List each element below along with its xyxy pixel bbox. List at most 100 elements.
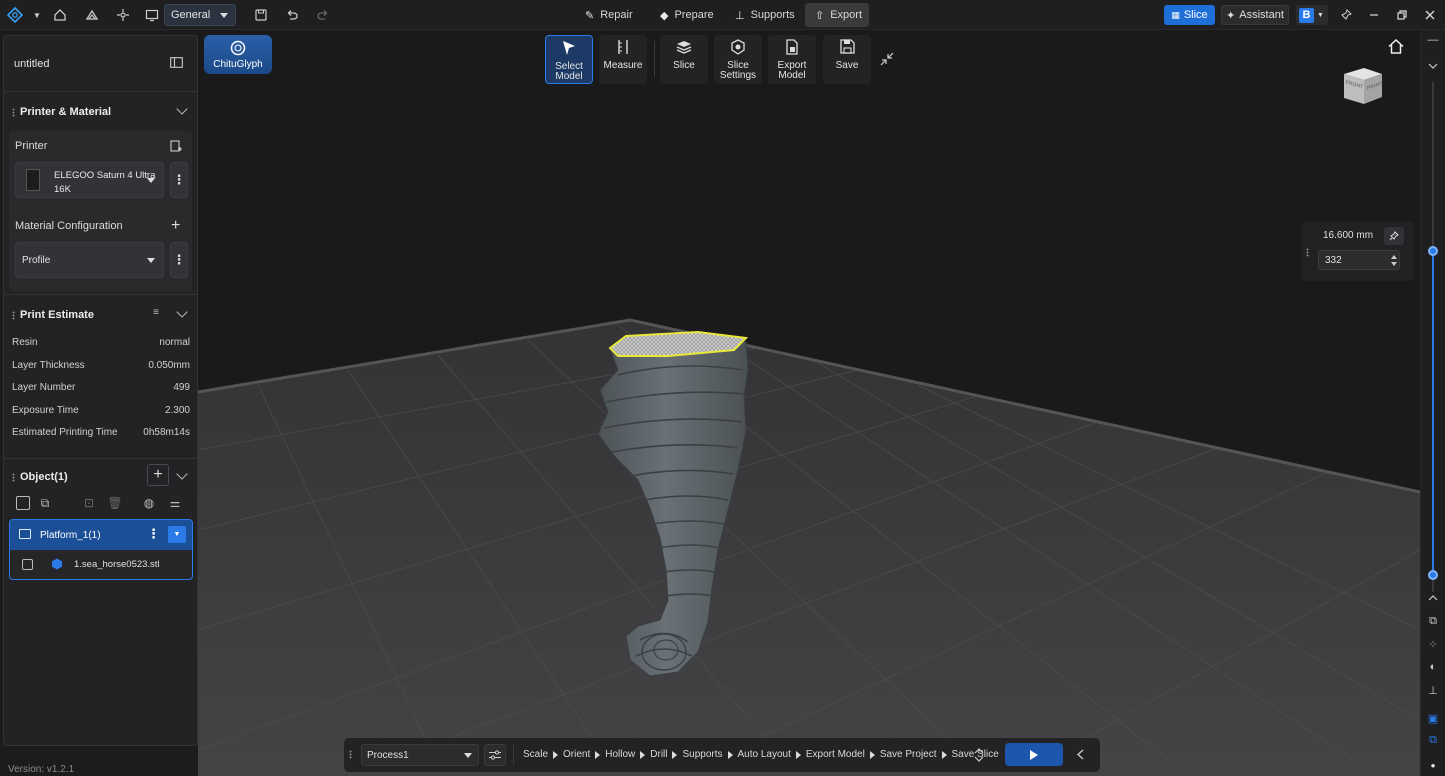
layer-slider-bottom-handle[interactable]: [1428, 570, 1438, 580]
step-auto-layout[interactable]: Auto Layout: [738, 749, 791, 760]
sparkle-icon: ✦: [1226, 9, 1236, 22]
step-hollow[interactable]: Hollow: [605, 749, 635, 760]
list-item[interactable]: 1.sea_horse0523.stl: [10, 550, 192, 579]
process-select[interactable]: Process1: [361, 744, 479, 766]
step-scale[interactable]: Scale: [523, 749, 548, 760]
step-export-model[interactable]: Export Model: [806, 749, 865, 760]
printer-more-button[interactable]: ⋮: [170, 162, 188, 198]
tab-repair[interactable]: ✎ Repair: [575, 3, 643, 27]
platform-more-button[interactable]: ⋮: [147, 526, 160, 542]
filter-icon[interactable]: ⚌: [168, 496, 182, 510]
duplicate-icon[interactable]: ⊡: [82, 496, 96, 510]
add-material-icon[interactable]: +: [171, 217, 180, 235]
perspective-view-icon[interactable]: ▣: [1425, 710, 1441, 726]
tool-select-model[interactable]: Select Model: [545, 35, 593, 84]
palette-icon[interactable]: ◍: [142, 496, 156, 510]
tool-label: Save: [835, 60, 859, 71]
tool-label: Model: [778, 70, 806, 81]
drag-handle-icon[interactable]: [12, 107, 15, 117]
account-button[interactable]: B ▼: [1296, 5, 1328, 25]
restore-icon[interactable]: [1392, 5, 1412, 25]
trash-icon[interactable]: 🗑: [107, 496, 122, 510]
tab-export[interactable]: ⇧ Export: [805, 3, 869, 27]
layered-view-icon[interactable]: ⧉: [1425, 732, 1441, 748]
home-icon[interactable]: [50, 5, 70, 25]
sphere-view-icon[interactable]: ◐: [1425, 659, 1441, 675]
drag-handle-icon[interactable]: [1306, 248, 1309, 257]
printer-name-line1: ELEGOO Saturn 4 Ultra: [54, 170, 156, 181]
tool-export-model[interactable]: Export Model: [768, 35, 816, 84]
support-view-icon[interactable]: ⊥: [1425, 682, 1441, 698]
section-objects[interactable]: Object(1): [12, 471, 68, 483]
chevron-left-icon[interactable]: [1077, 749, 1084, 763]
step-save-project[interactable]: Save Project: [880, 749, 937, 760]
chituglyph-button[interactable]: ChituGlyph: [204, 35, 272, 74]
redo-icon[interactable]: [313, 5, 333, 25]
drag-handle-icon[interactable]: [349, 750, 352, 759]
pin-layer-button[interactable]: [1384, 227, 1404, 245]
dot-icon[interactable]: ●: [1425, 757, 1441, 773]
profile-more-button[interactable]: ⋮: [170, 242, 188, 278]
drag-handle-icon[interactable]: [12, 310, 15, 320]
tool-save[interactable]: Save: [823, 35, 871, 84]
decrement-icon[interactable]: [1391, 262, 1397, 266]
section-print-estimate[interactable]: Print Estimate: [12, 309, 94, 321]
platform-icon: [19, 529, 31, 539]
profile-select[interactable]: Profile: [15, 242, 164, 278]
collapse-panel-icon[interactable]: [170, 57, 183, 71]
collapse-toolbar-icon[interactable]: [880, 52, 894, 69]
chevron-down-icon[interactable]: [176, 306, 188, 318]
tool-slice[interactable]: Slice: [660, 35, 708, 84]
minimize-icon[interactable]: [1364, 5, 1384, 25]
layer-number-input[interactable]: 332: [1318, 250, 1400, 270]
slice-button[interactable]: ▦ Slice: [1164, 5, 1215, 25]
platform-expand-button[interactable]: ▼: [168, 526, 186, 543]
arrow-right-icon: [941, 750, 947, 759]
chevron-down-icon[interactable]: ▼: [27, 5, 47, 25]
copy-view-icon[interactable]: ⧉: [1425, 613, 1441, 629]
list-icon[interactable]: ≡: [153, 307, 159, 318]
assistant-button[interactable]: ✦ Assistant: [1221, 5, 1289, 25]
run-workflow-button[interactable]: [1005, 743, 1063, 766]
scatter-view-icon[interactable]: ⁘: [1425, 636, 1441, 652]
app-logo-icon[interactable]: [5, 5, 25, 25]
increment-icon[interactable]: [1391, 255, 1397, 259]
tool-measure[interactable]: Measure: [599, 35, 647, 84]
chevron-down-icon[interactable]: [1425, 58, 1441, 74]
viewport-3d[interactable]: [198, 30, 1420, 776]
tab-prepare[interactable]: ◆ Prepare: [650, 3, 724, 27]
step-orient[interactable]: Orient: [563, 749, 590, 760]
view-cube[interactable]: FRONT RIGHT: [1340, 64, 1386, 106]
chevron-up-icon[interactable]: [1425, 590, 1441, 606]
process-settings-button[interactable]: [484, 744, 506, 766]
expand-collapse-icon[interactable]: [974, 748, 984, 765]
tab-supports[interactable]: ⊥ Supports: [725, 3, 805, 27]
workspace-select[interactable]: General: [164, 4, 236, 26]
printer-label: Printer: [15, 140, 48, 152]
object-checkbox[interactable]: [22, 559, 33, 570]
home-view-icon[interactable]: [1388, 38, 1404, 57]
tool-slice-settings[interactable]: Slice Settings: [714, 35, 762, 84]
undo-icon[interactable]: [282, 5, 302, 25]
drag-handle-icon[interactable]: [12, 472, 15, 482]
printer-select[interactable]: ELEGOO Saturn 4 Ultra 16K: [15, 162, 164, 198]
arrow-right-icon: [727, 750, 733, 759]
network-icon[interactable]: [113, 5, 133, 25]
printer-settings-icon[interactable]: [170, 140, 182, 156]
save-file-icon[interactable]: [251, 5, 271, 25]
pin-window-icon[interactable]: [1336, 5, 1356, 25]
section-printer-material[interactable]: Printer & Material: [12, 106, 111, 118]
close-icon[interactable]: [1420, 5, 1440, 25]
step-supports[interactable]: Supports: [682, 749, 722, 760]
estimate-value: 0h58m14s: [143, 427, 190, 438]
select-all-checkbox[interactable]: [16, 496, 30, 510]
chevron-down-icon[interactable]: [176, 103, 188, 115]
minus-icon[interactable]: —: [1425, 32, 1441, 48]
step-drill[interactable]: Drill: [650, 749, 667, 760]
community-icon[interactable]: [82, 5, 102, 25]
layer-slider-top-handle[interactable]: [1428, 246, 1438, 256]
group-icon[interactable]: ⧉: [38, 496, 52, 510]
chevron-down-icon[interactable]: [176, 468, 188, 480]
platform-row[interactable]: Platform_1(1) ⋮ ▼: [10, 520, 192, 550]
add-object-button[interactable]: +: [147, 464, 169, 486]
